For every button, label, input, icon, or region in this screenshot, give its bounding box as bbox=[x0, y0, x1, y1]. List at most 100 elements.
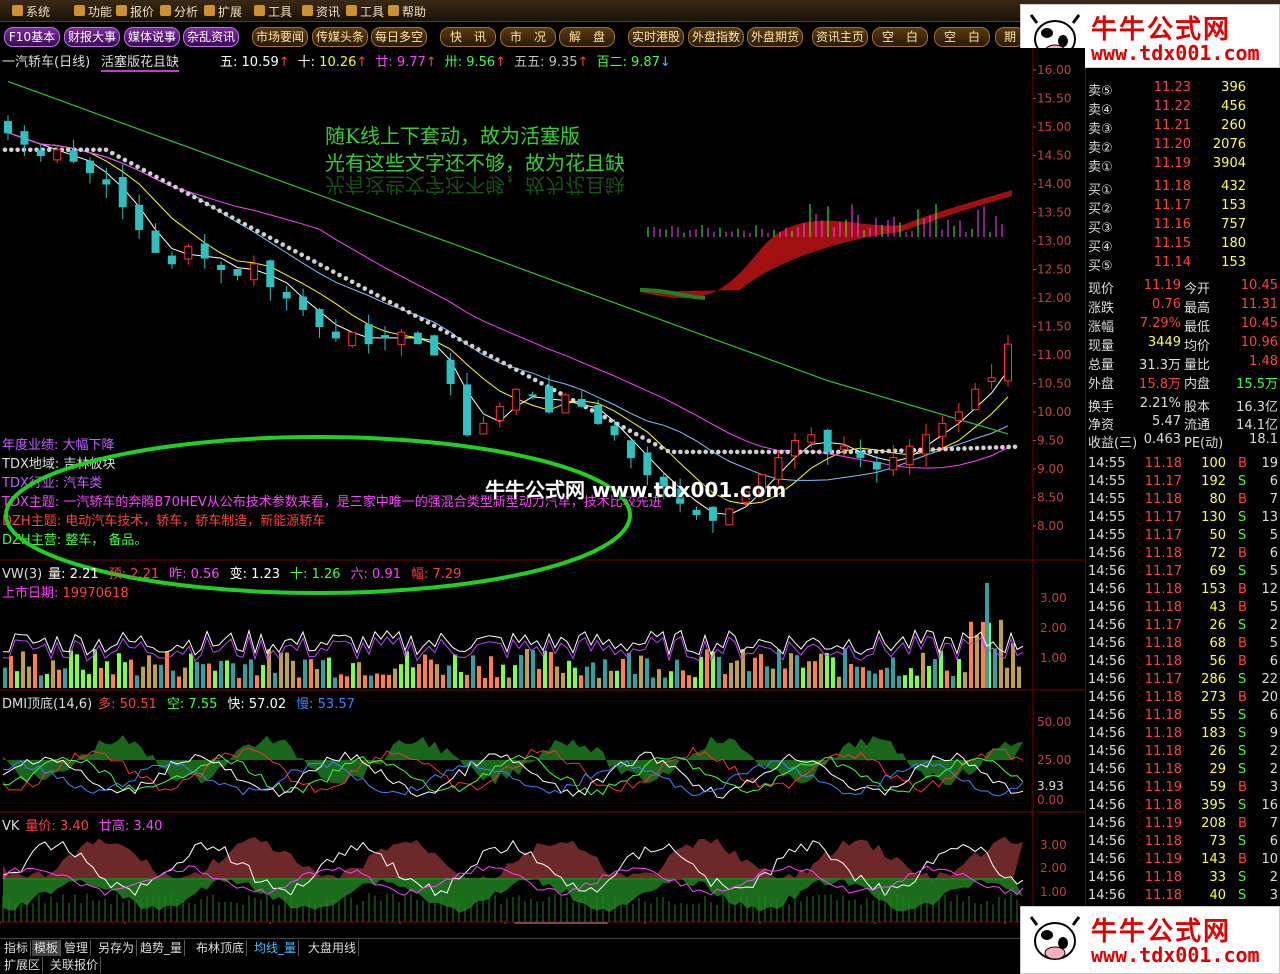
indicator-label: 空: bbox=[166, 697, 185, 712]
band-dot bbox=[589, 408, 595, 413]
band-dot bbox=[46, 147, 52, 153]
toolbar-button-5[interactable]: 传媒头条 bbox=[312, 27, 368, 47]
vk-tick-label: 2.00 bbox=[1040, 861, 1067, 875]
menu-item-1[interactable]: 功能 bbox=[88, 3, 112, 20]
bottom-tab-1[interactable]: 模板 bbox=[32, 940, 62, 956]
volume-bar bbox=[687, 675, 691, 688]
volume-bar bbox=[729, 662, 733, 688]
arrow-up-icon: ↑ bbox=[356, 55, 368, 70]
volume-bar bbox=[495, 677, 499, 688]
volume-bar bbox=[477, 666, 481, 688]
volume-bar bbox=[807, 661, 811, 688]
toolbar-button-7[interactable]: 快 讯 bbox=[440, 27, 496, 47]
band-dot bbox=[936, 447, 942, 452]
toolbar-button-8[interactable]: 市 况 bbox=[500, 27, 556, 47]
volume-bar bbox=[567, 660, 571, 688]
volume-tick-label: 3.00 bbox=[1040, 591, 1067, 605]
bottom-tab-6[interactable]: 均线_量 bbox=[252, 940, 300, 956]
menu-item-3[interactable]: 分析 bbox=[174, 3, 198, 20]
volume-bar bbox=[231, 663, 235, 688]
band-dot bbox=[122, 157, 128, 163]
volume-bar bbox=[111, 674, 115, 688]
indicator-label: 多: bbox=[98, 697, 116, 712]
bottom-tab-2[interactable]: 管理 bbox=[62, 940, 92, 956]
toolbar-button-9[interactable]: 解 盘 bbox=[559, 27, 615, 47]
menu-item-0[interactable]: 系统 bbox=[26, 3, 50, 20]
tick-side: S bbox=[1238, 744, 1247, 759]
tick-time: 14:56 bbox=[1088, 834, 1126, 849]
band-dot bbox=[665, 448, 671, 454]
volume-bar bbox=[693, 677, 697, 688]
band-dot bbox=[9, 147, 14, 153]
band-dot bbox=[299, 252, 304, 258]
tick-row: 14:56 11.17 26 S 2 bbox=[1086, 618, 1280, 637]
toolbar-button-1[interactable]: 财报大事 bbox=[64, 27, 120, 47]
dmi-indicator-header: DMI顶底(14,6) 多: 50.51 空: 7.55 快: 57.02 慢: 53.… bbox=[2, 693, 365, 712]
stat-value: 0.76 bbox=[1152, 297, 1181, 312]
menu-item-8[interactable]: 帮助 bbox=[402, 3, 426, 20]
bottom-tab2-0[interactable]: 扩展区 bbox=[2, 957, 44, 973]
toolbar-button-11[interactable]: 外盘指数 bbox=[688, 27, 744, 47]
menu-item-2[interactable]: 报价 bbox=[130, 3, 154, 20]
volume-bar bbox=[303, 659, 307, 688]
band-dot bbox=[128, 161, 134, 166]
candle-body bbox=[725, 508, 734, 526]
bottom-tab-3[interactable]: 另存为 bbox=[96, 940, 138, 956]
volume-bar bbox=[189, 653, 193, 688]
fund-value: 5.47 bbox=[1152, 414, 1181, 429]
volume-bar bbox=[951, 676, 955, 688]
band-dot bbox=[375, 293, 380, 298]
menu-item-4[interactable]: 扩展 bbox=[218, 3, 242, 20]
indicator-value: 3.40 bbox=[55, 819, 89, 834]
stat-value: 11.31 bbox=[1240, 297, 1278, 312]
ask-label: 卖③ bbox=[1088, 122, 1113, 137]
candle-body bbox=[397, 331, 406, 345]
toolbar-button-15[interactable]: 空 白 bbox=[934, 27, 990, 47]
ma-value: 9.35 bbox=[544, 55, 578, 70]
toolbar-button-13[interactable]: 资讯主页 bbox=[812, 27, 868, 47]
volume-bar bbox=[453, 654, 457, 688]
tick-count: 20 bbox=[1261, 690, 1278, 705]
stat-value: 10.96 bbox=[1240, 335, 1278, 350]
toolbar-button-2[interactable]: 媒体说事 bbox=[124, 27, 180, 47]
fund-value: 14.1亿 bbox=[1236, 418, 1278, 433]
volume-bar bbox=[789, 653, 793, 688]
bottom-tab-0[interactable]: 指标 bbox=[2, 940, 32, 956]
band-dot bbox=[293, 249, 298, 254]
bottom-tab-5[interactable]: 布林顶底 bbox=[194, 940, 248, 956]
bottom-tab2-1[interactable]: 关联报价 bbox=[48, 957, 102, 973]
tick-price: 11.18 bbox=[1144, 600, 1182, 615]
tick-price: 11.18 bbox=[1144, 654, 1182, 669]
indicator-value: 1.23 bbox=[246, 567, 281, 582]
toolbar-button-10[interactable]: 实时港股 bbox=[628, 27, 684, 47]
menu-icon bbox=[302, 5, 313, 16]
tick-price: 11.18 bbox=[1144, 744, 1182, 759]
menu-item-5[interactable]: 工具 bbox=[268, 3, 292, 20]
candle-body bbox=[167, 255, 176, 265]
menu-item-7[interactable]: 工具 bbox=[360, 3, 384, 20]
menu-item-6[interactable]: 资讯 bbox=[316, 3, 340, 20]
band-dot bbox=[652, 441, 658, 447]
tick-volume: 73 bbox=[1209, 834, 1226, 849]
bottom-tab-4[interactable]: 趋势_量 bbox=[138, 940, 186, 956]
volume-bar bbox=[465, 674, 469, 688]
ma-value: 10.26 bbox=[315, 55, 357, 70]
indicator-value: 1.26 bbox=[307, 567, 341, 582]
band-dot bbox=[135, 164, 140, 170]
toolbar-button-6[interactable]: 每日多空 bbox=[371, 27, 427, 47]
volume-bar bbox=[855, 666, 859, 688]
toolbar-button-4[interactable]: 市场要闻 bbox=[252, 27, 308, 47]
band-dot bbox=[356, 282, 361, 288]
toolbar-button-3[interactable]: 杂乱资讯 bbox=[183, 27, 239, 47]
toolbar-button-12[interactable]: 外盘期货 bbox=[747, 27, 803, 47]
band-dot bbox=[2, 147, 8, 153]
volume-bar bbox=[483, 677, 487, 688]
formula-name: 活塞版花且缺 bbox=[101, 51, 180, 72]
bottom-tab-7[interactable]: 大盘用线 bbox=[306, 940, 360, 956]
toolbar-button-0[interactable]: F10基本 bbox=[4, 27, 60, 47]
candle-body bbox=[413, 332, 422, 345]
bid-volume: 180 bbox=[1221, 236, 1246, 251]
ma-value: 9.77 bbox=[392, 55, 426, 70]
ask-price: 11.23 bbox=[1153, 80, 1191, 95]
toolbar-button-14[interactable]: 空 白 bbox=[872, 27, 928, 47]
